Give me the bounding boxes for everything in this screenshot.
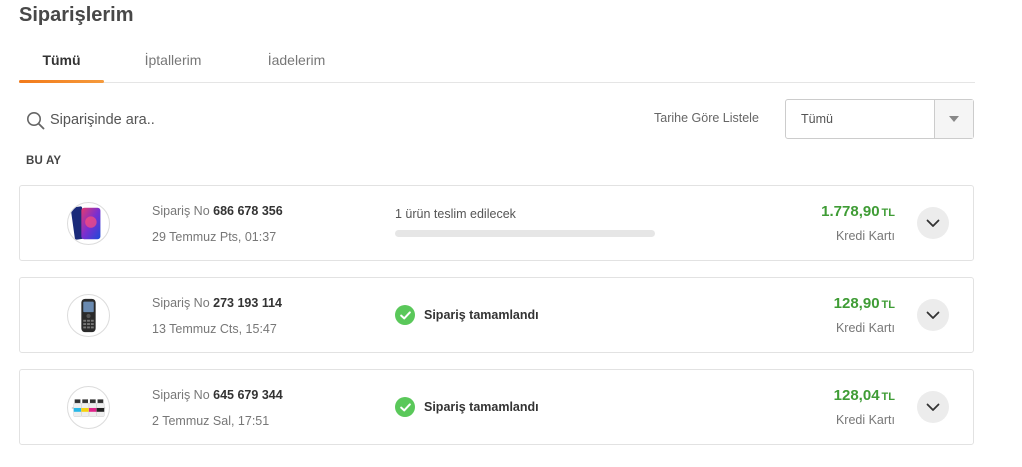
order-status: Sipariş tamamlandı [395,397,539,417]
order-number-label: Sipariş No [152,204,210,218]
order-number-value: 686 678 356 [213,204,283,218]
search-icon[interactable] [26,111,45,130]
order-number: Sipariş No 645 679 344 [152,388,283,402]
product-thumbnail[interactable] [67,202,110,245]
order-status: 1 ürün teslim edilecek [395,207,516,221]
price-value: 1.778,90 [821,203,880,220]
check-circle-icon [395,305,415,325]
order-number-value: 645 679 344 [213,388,283,402]
chevron-down-icon [926,403,940,411]
feature-phone-icon [81,298,96,333]
dropdown-button[interactable] [934,100,973,138]
order-status-label: Sipariş tamamlandı [424,308,539,322]
order-date: 13 Temmuz Cts, 15:47 [152,322,277,336]
price-value: 128,90 [833,295,880,312]
expand-order-button[interactable] [917,391,949,423]
order-number: Sipariş No 273 193 114 [152,296,282,310]
chevron-down-icon [926,219,940,227]
price-currency: TL [881,391,895,403]
order-card[interactable]: Sipariş No 686 678 356 29 Temmuz Pts, 01… [19,185,974,261]
order-number: Sipariş No 686 678 356 [152,204,283,218]
order-card[interactable]: Sipariş No 273 193 114 13 Temmuz Cts, 15… [19,277,974,353]
expand-order-button[interactable] [917,207,949,239]
order-number-value: 273 193 114 [213,296,282,310]
date-filter-value: Tümü [801,112,833,126]
order-status: Sipariş tamamlandı [395,305,539,325]
chevron-down-icon [926,311,940,319]
page-title: Siparişlerim [19,4,134,26]
tab-cancellations[interactable]: İptallerim [129,44,217,82]
date-filter-label: Tarihe Göre Listele [654,111,759,125]
order-number-label: Sipariş No [152,296,210,310]
delivery-progress-bar [395,230,655,237]
product-thumbnail[interactable] [67,294,110,337]
order-date: 2 Temmuz Sal, 17:51 [152,414,270,428]
tab-all[interactable]: Tümü [19,44,104,83]
tab-returns[interactable]: İadelerim [254,44,339,82]
order-price: 128,90 TL [834,295,895,312]
payment-method: Kredi Kartı [835,229,895,243]
ink-bottles-icon [71,399,106,417]
date-filter-select[interactable]: Tümü [785,99,974,139]
expand-order-button[interactable] [917,299,949,331]
check-circle-icon [395,397,415,417]
order-tabs: Tümü İptallerim İadelerim [19,44,975,83]
order-search [26,108,270,132]
section-title: BU AY [26,155,62,167]
order-date: 29 Temmuz Pts, 01:37 [152,230,277,244]
order-number-label: Sipariş No [152,388,210,402]
order-price: 1.778,90 TL [821,203,895,220]
order-status-label: Sipariş tamamlandı [424,400,539,414]
order-price: 128,04 TL [834,387,895,404]
search-input[interactable] [50,112,270,128]
payment-method: Kredi Kartı [835,413,895,427]
product-thumbnail[interactable] [67,386,110,429]
price-currency: TL [881,207,895,219]
order-card[interactable]: Sipariş No 645 679 344 2 Temmuz Sal, 17:… [19,369,974,445]
price-currency: TL [881,299,895,311]
price-value: 128,04 [833,387,880,404]
caret-down-icon [949,116,959,122]
smartphone-icon [70,206,101,240]
payment-method: Kredi Kartı [835,321,895,335]
